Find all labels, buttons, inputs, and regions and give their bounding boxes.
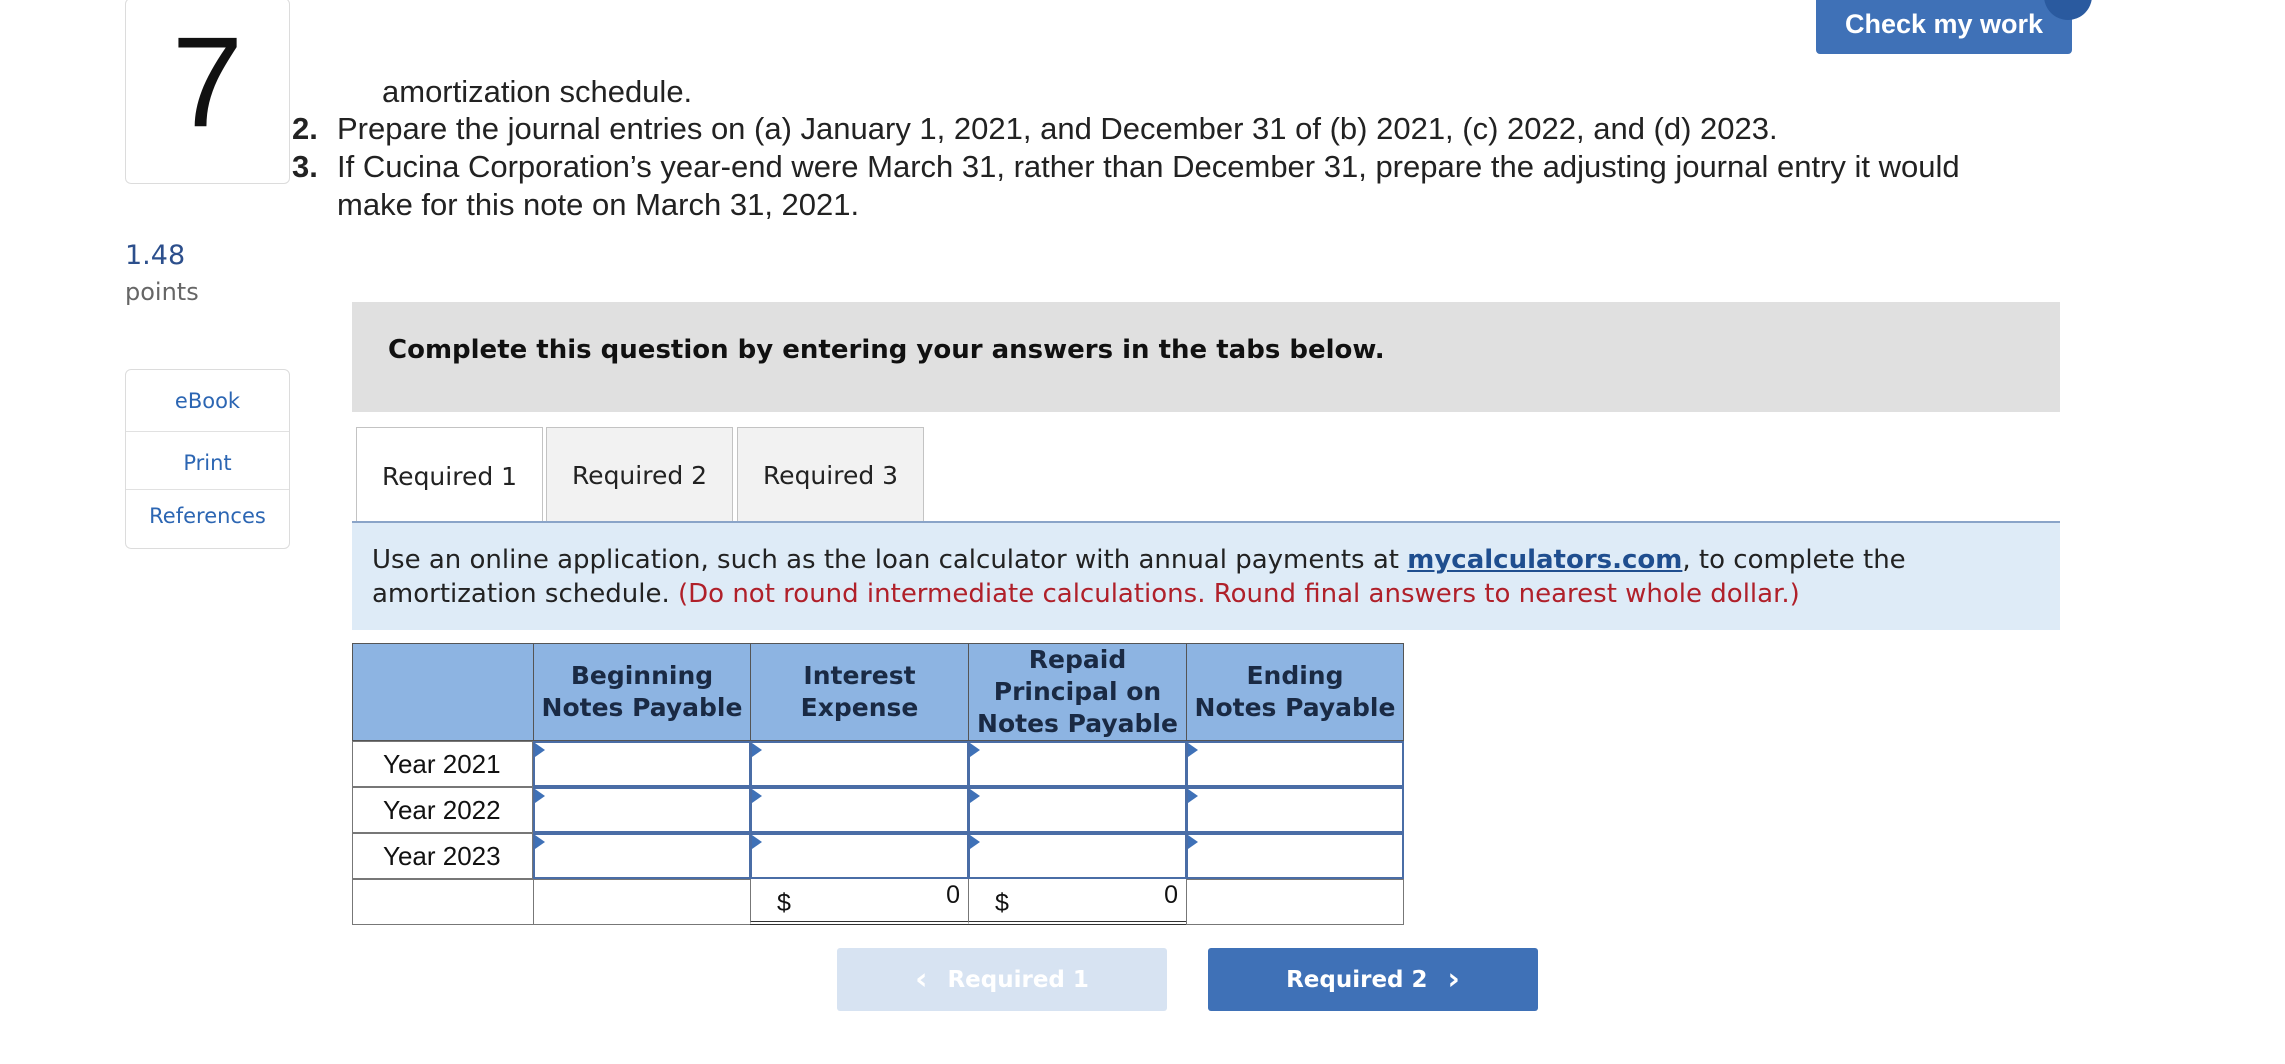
total-interest-expense: $ 0 (750, 879, 969, 925)
row-label-2021: Year 2021 (352, 741, 533, 787)
references-link[interactable]: References (126, 504, 289, 528)
row-label-2023: Year 2023 (352, 833, 533, 879)
total-beginning (533, 879, 751, 925)
mycalculators-link[interactable]: mycalculators.com (1407, 545, 1682, 575)
total-ending (1186, 879, 1404, 925)
instruction-line-3: 3. If Cucina Corporation’s year-end were … (292, 149, 1960, 184)
chevron-right-icon: › (1447, 962, 1460, 997)
next-label: Required 2 (1286, 966, 1428, 993)
instruction-line-4: make for this note on March 31, 2021. (337, 187, 860, 222)
total-row-label (352, 879, 534, 925)
ending-2021-input[interactable] (1186, 741, 1404, 787)
principal-2023-input[interactable] (968, 833, 1187, 879)
ebook-link[interactable]: eBook (126, 389, 289, 413)
header-ending-notes-payable: Ending Notes Payable (1186, 643, 1404, 741)
tab-required-2[interactable]: Required 2 (546, 427, 733, 523)
amortization-table: Beginning Notes Payable Interest Expense R… (352, 643, 1404, 926)
header-interest-expense: Interest Expense (750, 643, 969, 741)
print-link[interactable]: Print (126, 451, 289, 475)
beginning-2023-input[interactable] (533, 833, 751, 879)
banner-text: Complete this question by entering your … (388, 335, 1385, 365)
principal-2021-input[interactable] (968, 741, 1187, 787)
beginning-2021-input[interactable] (533, 741, 751, 787)
interest-2021-input[interactable] (750, 741, 969, 787)
rounding-note: (Do not round intermediate calculations.… (677, 579, 1800, 609)
ending-2022-input[interactable] (1186, 787, 1404, 833)
beginning-2022-input[interactable] (533, 787, 751, 833)
tab-required-3[interactable]: Required 3 (737, 427, 924, 523)
row-label-2022: Year 2022 (352, 787, 533, 833)
interest-2022-input[interactable] (750, 787, 969, 833)
check-my-work-button[interactable]: Check my work (1816, 0, 2072, 54)
instructions-text: Use an online application, such as the l… (372, 545, 1906, 609)
ending-2023-input[interactable] (1186, 833, 1404, 879)
divider (126, 489, 289, 490)
points-label: points (125, 278, 199, 306)
points-value: 1.48 (125, 240, 186, 271)
question-number: 7 (171, 11, 244, 154)
resource-links: eBook Print References (125, 369, 290, 549)
divider (126, 431, 289, 432)
instructions-banner: Complete this question by entering your … (352, 302, 2060, 412)
total-repaid-principal: $ 0 (968, 879, 1187, 925)
chevron-left-icon: ‹ (915, 962, 928, 997)
previous-required-button[interactable]: ‹ Required 1 (837, 948, 1167, 1011)
next-required-button[interactable]: Required 2 › (1208, 948, 1538, 1011)
header-beginning-notes-payable: Beginning Notes Payable (533, 643, 751, 741)
interest-2023-input[interactable] (750, 833, 969, 879)
instruction-line-1: amortization schedule. (382, 74, 693, 109)
table-header-blank (352, 643, 534, 741)
tab-required-1[interactable]: Required 1 (356, 427, 543, 524)
instructions-panel: Use an online application, such as the l… (352, 523, 2060, 630)
instruction-line-2: 2. Prepare the journal entries on (a) Jan… (292, 111, 1778, 146)
principal-2022-input[interactable] (968, 787, 1187, 833)
previous-label: Required 1 (947, 966, 1089, 993)
header-repaid-principal: Repaid Principal on Notes Payable (968, 643, 1187, 741)
question-number-box: 7 (125, 0, 290, 184)
